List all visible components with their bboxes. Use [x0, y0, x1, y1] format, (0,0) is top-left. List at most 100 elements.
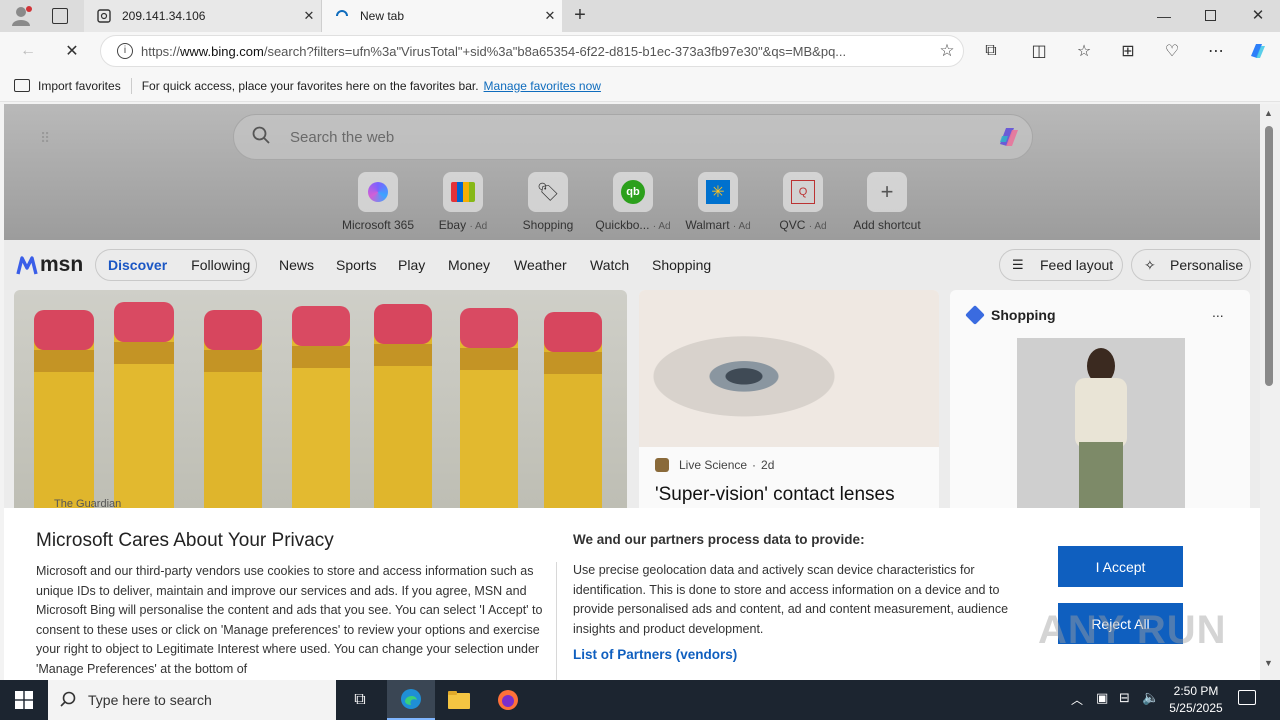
- notification-icon[interactable]: [1238, 690, 1256, 705]
- close-tab-icon[interactable]: ✕: [297, 8, 321, 24]
- tab-remote-host[interactable]: 209.141.34.106 ✕: [84, 0, 322, 32]
- minimize-button[interactable]: —: [1152, 8, 1176, 24]
- browser-essentials-icon[interactable]: ♡: [1158, 37, 1186, 65]
- search-box[interactable]: Search the web: [233, 114, 1033, 160]
- tab-new-tab[interactable]: New tab ✕: [322, 0, 562, 32]
- walmart-icon: ✳: [698, 172, 738, 212]
- url-text[interactable]: https://www.bing.com/search?filters=ufn%…: [141, 44, 931, 59]
- collections-icon[interactable]: ⊞: [1114, 37, 1142, 65]
- back-button[interactable]: ←: [14, 37, 42, 65]
- import-favorites-icon[interactable]: [14, 79, 30, 92]
- clock-time: 2:50 PM: [1173, 684, 1219, 698]
- tab-discover[interactable]: Discover: [108, 257, 167, 273]
- more-options-icon[interactable]: ...: [1212, 304, 1224, 320]
- page-scrollbar[interactable]: ▲ ▼: [1260, 104, 1280, 680]
- shortcut-walmart[interactable]: ✳ Walmart · Ad: [678, 172, 758, 232]
- shortcut-microsoft-365[interactable]: Microsoft 365: [338, 172, 418, 232]
- extensions-icon[interactable]: ⧉: [977, 37, 1005, 65]
- favorites-bar: Import favorites For quick access, place…: [0, 70, 1280, 102]
- live-science-icon: [655, 458, 669, 472]
- taskbar-search[interactable]: Type here to search: [48, 680, 336, 720]
- product-image: [1017, 338, 1185, 520]
- favorites-icon[interactable]: ☆: [1070, 37, 1098, 65]
- shortcut-label: Walmart: [685, 218, 730, 232]
- device-icon[interactable]: ▣: [1096, 690, 1108, 706]
- scroll-thumb[interactable]: [1265, 126, 1273, 386]
- nav-play[interactable]: Play: [398, 257, 425, 273]
- tab-title: 209.141.34.106: [122, 9, 206, 23]
- sparkle-icon: ✧: [1144, 256, 1156, 273]
- ad-tag: · Ad: [652, 221, 671, 232]
- shortcut-ebay[interactable]: Ebay · Ad: [423, 172, 503, 232]
- scroll-down-arrow-icon[interactable]: ▼: [1264, 658, 1273, 668]
- import-favorites-button[interactable]: Import favorites: [38, 79, 121, 93]
- story-card[interactable]: Live Science · 2d 'Super-vision' contact…: [639, 290, 939, 520]
- scroll-up-arrow-icon[interactable]: ▲: [1264, 108, 1273, 118]
- taskbar-search-input[interactable]: Type here to search: [88, 692, 212, 708]
- clock-date: 5/25/2025: [1169, 701, 1223, 715]
- consent-divider: [556, 562, 557, 680]
- firefox-icon[interactable]: [484, 680, 532, 720]
- qvc-icon: Q: [783, 172, 823, 212]
- nav-news[interactable]: News: [279, 257, 314, 273]
- msn-logo[interactable]: msn: [16, 252, 83, 278]
- sliders-icon: ☰: [1012, 257, 1024, 272]
- restore-button[interactable]: [1205, 10, 1216, 21]
- shortcut-add[interactable]: + Add shortcut: [847, 172, 927, 232]
- nav-watch[interactable]: Watch: [590, 257, 629, 273]
- ad-tag: · Ad: [808, 221, 827, 232]
- nav-weather[interactable]: Weather: [514, 257, 567, 273]
- edge-taskbar-icon[interactable]: [387, 680, 435, 720]
- tab-following[interactable]: Following: [191, 257, 250, 273]
- profile-icon[interactable]: [10, 6, 32, 26]
- partners-link[interactable]: List of Partners (vendors): [573, 647, 737, 662]
- favorites-divider: [130, 77, 132, 94]
- nav-shopping[interactable]: Shopping: [652, 257, 711, 273]
- copilot-search-icon[interactable]: [994, 122, 1024, 152]
- volume-icon[interactable]: 🔈: [1142, 689, 1159, 706]
- task-view-icon[interactable]: ⧉: [336, 680, 384, 720]
- shortcut-qvc[interactable]: Q QVC · Ad: [763, 172, 843, 232]
- pencils-image: [14, 290, 627, 520]
- plus-icon: +: [867, 172, 907, 212]
- more-menu-icon[interactable]: ⋯: [1202, 37, 1230, 65]
- favorites-hint: For quick access, place your favorites h…: [141, 78, 479, 93]
- shortcut-shopping[interactable]: 🏷 Shopping: [508, 172, 588, 232]
- apps-grid-icon[interactable]: ⠿: [40, 130, 56, 146]
- story-title[interactable]: 'Super-vision' contact lenses: [655, 484, 895, 506]
- accept-button[interactable]: I Accept: [1058, 546, 1183, 587]
- main-story-card[interactable]: The Guardian: [14, 290, 627, 520]
- shortcut-quickbooks[interactable]: qb Quickbo... · Ad: [593, 172, 673, 232]
- new-tab-button[interactable]: +: [570, 4, 590, 28]
- tab-title: New tab: [360, 9, 405, 23]
- chevron-up-icon[interactable]: ︿: [1071, 691, 1083, 708]
- stop-loading-button[interactable]: ✕: [58, 37, 86, 65]
- shortcut-label: Quickbo...: [595, 218, 650, 232]
- search-icon: [60, 691, 78, 710]
- site-info-icon[interactable]: i: [117, 43, 133, 59]
- shortcut-label: Microsoft 365: [341, 218, 415, 232]
- file-explorer-icon[interactable]: [435, 680, 483, 720]
- search-input[interactable]: Search the web: [290, 129, 994, 146]
- address-bar[interactable]: i https://www.bing.com/search?filters=uf…: [100, 35, 964, 67]
- msn-logo-text: msn: [40, 253, 84, 276]
- feed-tab-group: Discover Following: [95, 249, 257, 281]
- feed-layout-button[interactable]: ☰ Feed layout: [999, 249, 1123, 281]
- nav-money[interactable]: Money: [448, 257, 490, 273]
- close-window-button[interactable]: ✕: [1248, 6, 1268, 26]
- manage-favorites-link[interactable]: Manage favorites now: [484, 79, 601, 93]
- feed-layout-label: Feed layout: [1040, 257, 1114, 273]
- start-button[interactable]: [0, 680, 48, 720]
- close-tab-icon[interactable]: ✕: [538, 8, 562, 24]
- network-icon[interactable]: ⊟: [1119, 690, 1130, 706]
- favorite-star-icon[interactable]: ☆: [931, 41, 963, 61]
- ad-tag: · Ad: [732, 221, 751, 232]
- personalise-button[interactable]: ✧ Personalise: [1131, 249, 1251, 281]
- system-clock[interactable]: 2:50 PM 5/25/2025: [1164, 683, 1228, 717]
- copilot-icon[interactable]: [1244, 37, 1272, 65]
- nav-sports[interactable]: Sports: [336, 257, 376, 273]
- shopping-card[interactable]: Shopping ...: [950, 290, 1250, 520]
- tab-actions-icon[interactable]: [52, 8, 68, 24]
- personalise-label: Personalise: [1170, 257, 1244, 273]
- split-screen-icon[interactable]: ◫: [1025, 37, 1053, 65]
